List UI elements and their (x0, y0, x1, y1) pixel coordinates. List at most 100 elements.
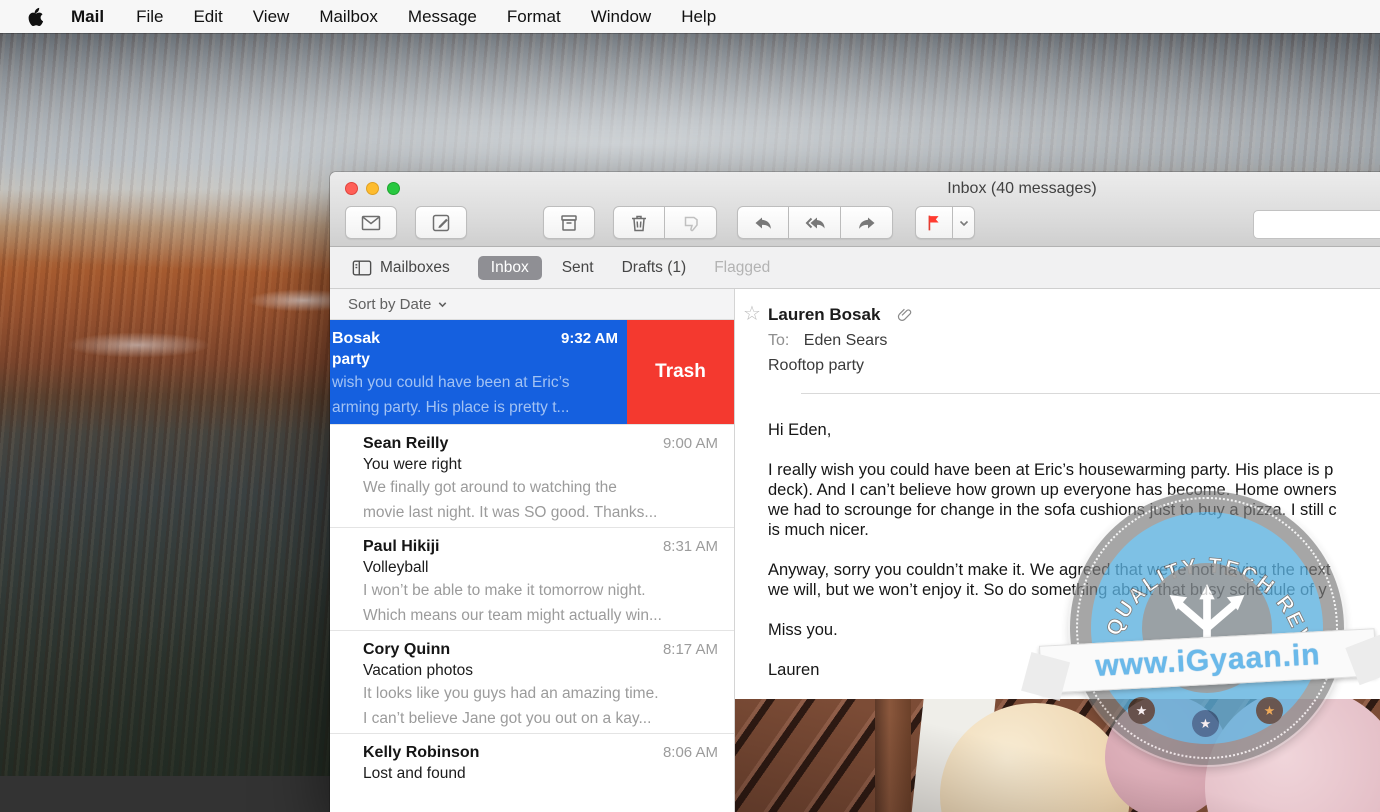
body-line: Anyway, sorry you couldn’t make it. We a… (768, 560, 1380, 580)
tab-drafts[interactable]: Drafts (1) (622, 259, 687, 277)
flag-menu-button[interactable] (953, 206, 975, 239)
message-subject: party (332, 351, 618, 369)
body-greeting: Hi Eden, (768, 420, 1380, 440)
message-list: Sort by Date Bosak 9:32 AM party wish yo… (330, 289, 735, 812)
mailboxes-label: Mailboxes (380, 259, 450, 277)
forward-button[interactable] (841, 206, 893, 239)
message-preview-line2: I can’t believe Jane got you out on a ka… (363, 707, 718, 730)
body-line: we had to scrounge for change in the sof… (768, 500, 1380, 520)
menu-item-help[interactable]: Help (666, 7, 731, 27)
menu-item-edit[interactable]: Edit (178, 7, 237, 27)
message-time: 8:06 AM (663, 744, 718, 761)
swiped-row-content[interactable]: Bosak 9:32 AM party wish you could have … (330, 320, 628, 424)
window-title: Inbox (40 messages) (330, 180, 1380, 198)
swipe-trash-button[interactable]: Trash (627, 320, 734, 424)
compose-icon (429, 211, 453, 235)
message-row[interactable]: Cory Quinn 8:17 AM Vacation photos It lo… (330, 631, 734, 734)
message-row[interactable]: Sean Reilly 9:00 AM You were right We fi… (330, 425, 734, 528)
tab-sent[interactable]: Sent (562, 259, 594, 277)
sort-label: Sort by Date (348, 296, 431, 313)
menu-item-format[interactable]: Format (492, 7, 576, 27)
message-time: 8:17 AM (663, 641, 718, 658)
apple-icon (27, 7, 43, 26)
get-mail-button[interactable] (345, 206, 397, 239)
title-bar[interactable]: Inbox (40 messages) (330, 172, 1380, 206)
message-body: Hi Eden, I really wish you could have be… (768, 420, 1380, 680)
chevron-down-icon (958, 217, 970, 229)
archive-icon (557, 211, 581, 235)
message-time: 9:00 AM (663, 435, 718, 452)
attachment-photo[interactable] (735, 699, 1380, 812)
menu-item-file[interactable]: File (121, 7, 178, 27)
envelope-icon (359, 211, 383, 235)
flag-icon (923, 212, 945, 234)
junk-thumbs-down-icon (679, 211, 703, 235)
delete-button[interactable] (613, 206, 665, 239)
search-input[interactable] (1253, 210, 1380, 239)
sidebar-panel-icon (352, 259, 372, 277)
tab-inbox[interactable]: Inbox (478, 256, 542, 280)
message-row-swiped[interactable]: Bosak 9:32 AM party wish you could have … (330, 320, 734, 425)
junk-button[interactable] (665, 206, 717, 239)
photo-shade (735, 699, 1380, 812)
message-row[interactable]: Paul Hikiji 8:31 AM Volleyball I won’t b… (330, 528, 734, 631)
window-chrome: Inbox (40 messages) (330, 172, 1380, 247)
header-divider (801, 393, 1380, 394)
menu-item-view[interactable]: View (238, 7, 305, 27)
sender-name: Kelly Robinson (363, 744, 479, 762)
menu-item-window[interactable]: Window (576, 7, 666, 27)
message-preview-line2: Which means our team might actually win.… (363, 604, 718, 627)
message-time: 8:31 AM (663, 538, 718, 555)
mailboxes-button[interactable]: Mailboxes (352, 259, 450, 277)
menu-bar: Mail File Edit View Mailbox Message Form… (0, 0, 1380, 33)
reply-all-button[interactable] (789, 206, 841, 239)
message-row[interactable]: Kelly Robinson 8:06 AM Lost and found (330, 734, 734, 812)
body-line: deck). And I can’t believe how grown up … (768, 480, 1380, 500)
message-preview-line1: I won’t be able to make it tomorrow nigh… (363, 579, 718, 602)
sender-name: Bosak (332, 330, 380, 348)
detail-sender: Lauren Bosak (768, 305, 880, 325)
sender-name: Cory Quinn (363, 641, 450, 659)
body-line: is much nicer. (768, 520, 1380, 540)
message-preview-line2: movie last night. It was SO good. Thanks… (363, 501, 718, 524)
menu-item-mail[interactable]: Mail (56, 7, 121, 27)
message-subject: Volleyball (363, 559, 718, 577)
mail-window: Inbox (40 messages) (330, 172, 1380, 812)
body-line: we will, but we won’t enjoy it. So do so… (768, 580, 1380, 600)
menu-item-mailbox[interactable]: Mailbox (304, 7, 393, 27)
archive-button[interactable] (543, 206, 595, 239)
reply-all-icon (803, 211, 827, 235)
menu-item-message[interactable]: Message (393, 7, 492, 27)
message-subject: You were right (363, 456, 718, 474)
body-closing: Miss you. (768, 620, 1380, 640)
favorites-bar: Mailboxes Inbox Sent Drafts (1) Flagged (330, 247, 1380, 289)
tab-flagged[interactable]: Flagged (714, 259, 770, 277)
to-value: Eden Sears (804, 332, 888, 349)
apple-menu[interactable] (14, 7, 56, 26)
sort-bar[interactable]: Sort by Date (330, 289, 734, 320)
body-line: I really wish you could have been at Eri… (768, 460, 1380, 480)
star-icon[interactable]: ☆ (743, 301, 761, 326)
reply-button[interactable] (737, 206, 789, 239)
sender-name: Sean Reilly (363, 435, 448, 453)
message-detail: ☆ Lauren Bosak To: Eden Sears Rooftop pa… (735, 289, 1380, 812)
trash-icon (627, 211, 651, 235)
message-time: 9:32 AM (561, 330, 618, 347)
message-subject: Vacation photos (363, 662, 718, 680)
to-label: To: (768, 332, 789, 349)
message-header: ☆ Lauren Bosak To: Eden Sears Rooftop pa… (735, 289, 1380, 394)
paperclip-icon (896, 306, 914, 324)
forward-icon (855, 211, 879, 235)
compose-button[interactable] (415, 206, 467, 239)
detail-subject: Rooftop party (768, 357, 1380, 375)
message-preview-line1: We finally got around to watching the (363, 476, 718, 499)
flag-button[interactable] (915, 206, 953, 239)
reply-icon (751, 211, 775, 235)
sender-name: Paul Hikiji (363, 538, 439, 556)
message-preview-line1: wish you could have been at Eric’s (332, 371, 618, 394)
message-subject: Lost and found (363, 765, 718, 783)
message-preview-line2: arming party. His place is pretty t... (332, 396, 618, 419)
body-signature: Lauren (768, 660, 1380, 680)
message-preview-line1: It looks like you guys had an amazing ti… (363, 682, 718, 705)
chevron-down-icon (437, 299, 448, 310)
